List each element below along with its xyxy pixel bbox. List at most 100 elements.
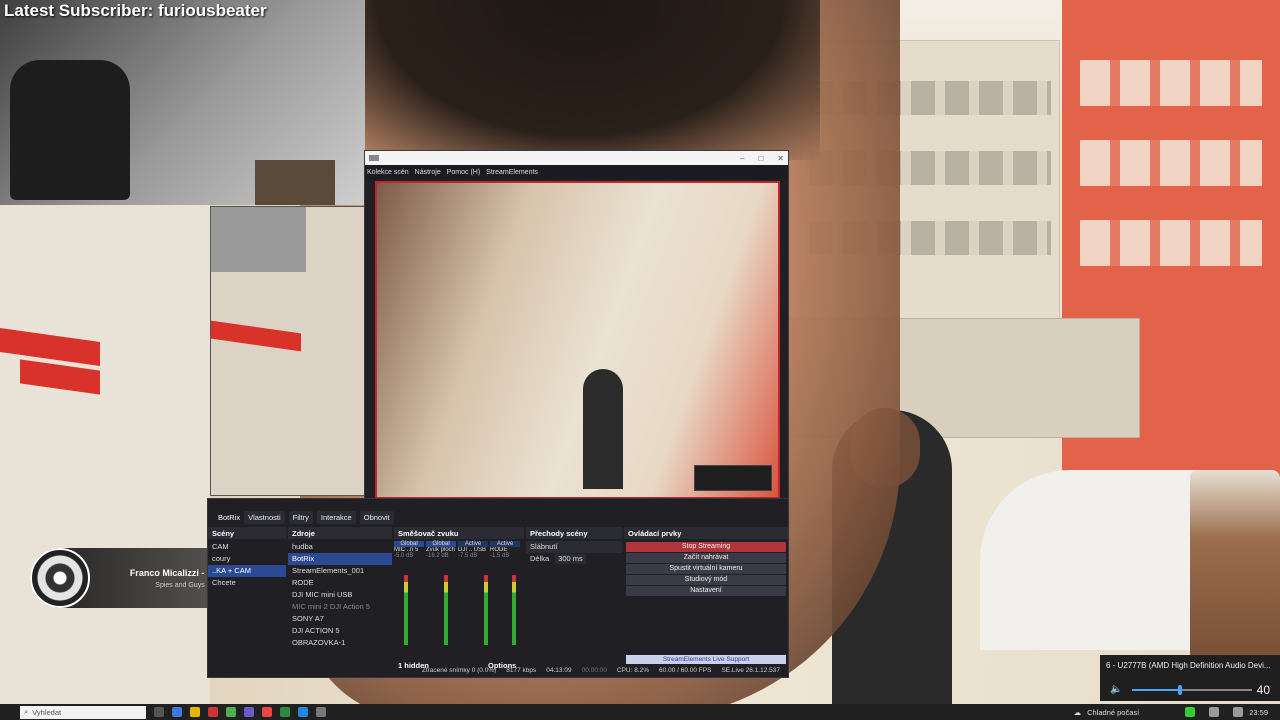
mixer-channel: Active DJI .. USB -7.5 dB <box>458 541 488 559</box>
app-icon <box>369 155 379 161</box>
transition-duration-row: Délka 300 ms <box>526 553 622 565</box>
bitrate: 8177 kbps <box>506 667 537 674</box>
status-bar: Ztracené snímky 0 (0.0%) 8177 kbps 04:13… <box>208 667 790 678</box>
clock[interactable]: 23:59 <box>1249 708 1268 717</box>
volume-level: 40 <box>1256 683 1270 697</box>
close-icon[interactable]: ✕ <box>777 154 784 163</box>
sources-list: hudba BotRix StreamElements_001 RODE DJI… <box>288 541 392 649</box>
audio-device-name[interactable]: 6 - U2777B (AMD High Definition Audio De… <box>1100 655 1280 670</box>
album-art-icon <box>30 548 90 608</box>
source-item[interactable]: MIC mini 2 DJI Action 5 <box>288 601 392 613</box>
tray-icon[interactable] <box>1233 707 1244 717</box>
cpu-usage: CPU: 8.2% <box>616 667 650 674</box>
taskbar-app-icon[interactable] <box>280 707 290 717</box>
source-item[interactable]: RODE <box>288 577 392 589</box>
menu-item-help[interactable]: Pomoc (H) <box>447 169 480 176</box>
source-item[interactable]: StreamElements_001 <box>288 565 392 577</box>
taskbar: ⌕ Vyhledat ☁ Chladné počasí 23:59 <box>0 704 1280 720</box>
menu-item-streamelements[interactable]: StreamElements <box>486 169 538 176</box>
duration-input[interactable]: 300 ms <box>555 554 586 564</box>
controls-panel: Stop Streaming Začít nahrávat Spustit vi… <box>626 541 786 597</box>
rec-time: 00:00:00 <box>581 667 607 674</box>
mixer-channel: Global MIC ..n 5 -5.0 dB <box>394 541 424 559</box>
volume-flyout: 6 - U2777B (AMD High Definition Audio De… <box>1100 655 1280 701</box>
scene-item[interactable]: Chcete <box>208 577 286 589</box>
search-icon: ⌕ <box>24 707 29 716</box>
taskbar-app-icon[interactable] <box>262 707 272 717</box>
red-stripe <box>0 327 100 367</box>
obs-preview[interactable] <box>375 181 780 499</box>
scenes-list: CAM coury ..KA + CAM Chcete <box>208 541 286 589</box>
transitions-panel: Slábnutí Délka 300 ms <box>526 541 622 565</box>
fps: 60.00 / 60.00 FPS <box>659 667 712 674</box>
audio-meter <box>512 575 516 645</box>
mixer-channel: Global Zvuk ploch -16.2 dB <box>426 541 456 559</box>
taskbar-app-icon[interactable] <box>316 707 326 717</box>
source-item[interactable]: hudba <box>288 541 392 553</box>
tray-icon[interactable] <box>1209 707 1220 717</box>
minimize-icon[interactable]: – <box>740 154 744 163</box>
live-time: 04:13:09 <box>546 667 572 674</box>
speaker-icon[interactable]: 🔈 <box>1110 684 1122 695</box>
transitions-header: Přechody scény <box>526 527 622 539</box>
mixer-channels: Global MIC ..n 5 -5.0 dB Global Zvuk ploch -… <box>394 541 524 559</box>
audio-meter <box>484 575 488 645</box>
taskbar-app-icon[interactable] <box>244 707 254 717</box>
volume-slider[interactable] <box>1132 685 1252 695</box>
properties-button[interactable]: Vlastnosti <box>244 510 285 524</box>
scene-item[interactable]: coury <box>208 553 286 565</box>
scene-item[interactable]: ..KA + CAM <box>208 565 286 577</box>
source-item[interactable]: BotRix <box>288 553 392 565</box>
source-item[interactable]: SONY A7 <box>288 613 392 625</box>
filters-button[interactable]: Filtry <box>288 510 313 524</box>
dropped-frames: Ztracené snímky 0 (0.0%) <box>421 667 497 674</box>
maximize-icon[interactable]: □ <box>758 154 763 163</box>
source-name: BotRix <box>218 512 241 522</box>
taskbar-app-icon[interactable] <box>190 707 200 717</box>
audio-meter <box>404 575 408 645</box>
obs-docks: BotRix Vlastnosti Filtry Interakce Obnov… <box>207 498 789 678</box>
menu-item-tools[interactable]: Nástroje <box>415 169 441 176</box>
volume-slider-knob[interactable] <box>1178 685 1182 695</box>
source-item[interactable]: OBRAZOVKA-1 <box>288 637 392 649</box>
menu-item-collections[interactable]: Kolekce scén <box>367 169 409 176</box>
controls-header: Ovládací prvky <box>624 527 788 539</box>
taskbar-search[interactable]: ⌕ Vyhledat <box>20 705 146 719</box>
source-item[interactable]: DJI MIC mini USB <box>288 589 392 601</box>
settings-button[interactable]: Nastavení <box>626 586 786 596</box>
red-stripe <box>20 359 100 395</box>
mixer-header: Směšovač zvuku <box>394 527 524 539</box>
studio-mode-button[interactable]: Studiový mód <box>626 575 786 585</box>
wall-scene <box>0 205 210 705</box>
transition-select[interactable]: Slábnutí <box>526 541 622 553</box>
refresh-button[interactable]: Obnovit <box>359 510 394 524</box>
taskbar-app-icon[interactable] <box>298 707 308 717</box>
version: SE.Live 26.1.12.537 <box>721 667 780 674</box>
source-toolbar: BotRix Vlastnosti Filtry Interakce Obnov… <box>208 509 790 525</box>
latest-subscriber-label: Latest Subscriber: furiousbeater <box>4 1 267 20</box>
scene-item[interactable]: CAM <box>208 541 286 553</box>
system-tray: ☁ Chladné počasí 23:59 <box>1074 707 1280 717</box>
search-placeholder: Vyhledat <box>32 707 62 717</box>
interact-button[interactable]: Interakce <box>316 510 356 524</box>
nested-preview <box>210 206 370 496</box>
audio-meter <box>444 575 448 645</box>
se-support-button[interactable]: StreamElements Live Support <box>626 655 786 664</box>
start-recording-button[interactable]: Začít nahrávat <box>626 553 786 563</box>
webcam-feed: Latest Subscriber: furiousbeater <box>0 0 365 205</box>
stop-streaming-button[interactable]: Stop Streaming <box>626 542 786 552</box>
taskbar-app-icon[interactable] <box>208 707 218 717</box>
desk-box <box>255 160 335 205</box>
duration-label: Délka <box>530 554 550 563</box>
sources-header: Zdroje <box>288 527 392 539</box>
weather-icon[interactable]: ☁ <box>1074 708 1082 717</box>
virtual-camera-button[interactable]: Spustit virtuální kameru <box>626 564 786 574</box>
scenes-header: Scény <box>208 527 286 539</box>
taskbar-app-icon[interactable] <box>172 707 182 717</box>
taskbar-app-icon[interactable] <box>226 707 236 717</box>
weather-label[interactable]: Chladné počasí <box>1087 708 1139 717</box>
source-item[interactable]: DJI ACTION 5 <box>288 625 392 637</box>
tray-icon[interactable] <box>1185 707 1196 717</box>
task-view-icon[interactable] <box>154 707 164 717</box>
hair <box>340 0 820 160</box>
